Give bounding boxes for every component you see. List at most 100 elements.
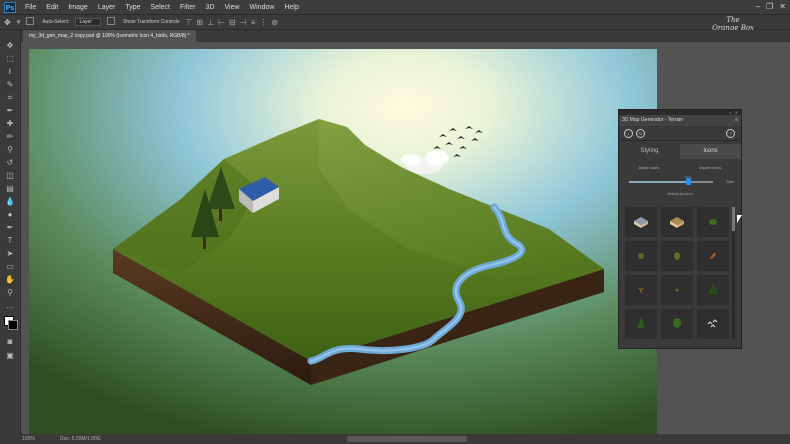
quick-mask-icon[interactable]: ◙ xyxy=(4,336,16,347)
photoshop-logo: Ps xyxy=(4,1,16,13)
sprout-icon[interactable] xyxy=(661,275,693,305)
house-icon[interactable] xyxy=(625,207,657,237)
history-brush-icon[interactable]: ↺ xyxy=(4,157,16,168)
path-select-icon[interactable]: ➤ xyxy=(4,248,16,259)
distribute-h-icon[interactable]: ⋮ xyxy=(259,18,267,27)
align-bottom-icon[interactable]: ⊥ xyxy=(207,18,214,27)
menu-help[interactable]: Help xyxy=(279,4,303,11)
plant-small-icon[interactable] xyxy=(625,275,657,305)
distribute-icon[interactable]: ≡ xyxy=(251,18,256,27)
refresh-icon[interactable]: ↻ xyxy=(636,128,645,138)
auto-select-label: Auto-Select: xyxy=(42,19,70,25)
menu-3d[interactable]: 3D xyxy=(201,4,220,11)
subtab-basic-icons[interactable]: Basic Icons xyxy=(639,163,659,173)
restore-icon[interactable]: ❐ xyxy=(766,2,773,11)
options-bar: ✥ ▾ Auto-Select: Layer Show Transform Co… xyxy=(0,14,790,30)
align-middle-icon[interactable]: ⊞ xyxy=(196,18,203,27)
size-slider-value: 70 % xyxy=(684,175,692,179)
pine-tree-icon[interactable] xyxy=(697,275,729,305)
show-transform-label: Show Transform Controls xyxy=(122,19,180,25)
mouse-cursor-icon xyxy=(737,215,742,223)
panel-menu-icon[interactable]: ≡ xyxy=(735,115,738,126)
type-tool-icon[interactable]: T xyxy=(4,235,16,246)
hand-tool-icon[interactable]: ✋ xyxy=(4,274,16,285)
tree-icon[interactable] xyxy=(625,309,657,339)
birds-icon[interactable] xyxy=(697,309,729,339)
document-canvas[interactable] xyxy=(29,49,657,434)
isometric-terrain-artwork xyxy=(29,49,657,434)
menu-filter[interactable]: Filter xyxy=(175,4,201,11)
menu-bar: Ps File Edit Image Layer Type Select Fil… xyxy=(0,0,790,14)
document-tabstrip: my_3d_gen_map_2 copy.psd @ 100% (Isometr… xyxy=(21,30,790,42)
align-center-icon[interactable]: ⊟ xyxy=(229,18,236,27)
more-tools-icon[interactable]: … xyxy=(4,300,16,311)
lasso-tool-icon[interactable]: ℓ xyxy=(4,66,16,77)
size-label: Size xyxy=(726,179,734,184)
tools-panel: ✥ ⬚ ℓ ✎ ⌗ ✒ ✚ ✏ ⚲ ↺ ◫ ▤ 💧 ● ✒ T ➤ ▭ ✋ ⚲ … xyxy=(0,30,21,434)
3d-mode-icon[interactable]: ⊛ xyxy=(271,18,278,27)
tool-preset-dropdown[interactable]: ▾ xyxy=(17,18,21,26)
select-icon-label: Select an Icon xyxy=(667,191,693,196)
align-right-icon[interactable]: ⊣ xyxy=(240,18,247,27)
menu-image[interactable]: Image xyxy=(63,4,92,11)
move-tool-icon[interactable]: ✥ xyxy=(4,18,11,27)
menu-layer[interactable]: Layer xyxy=(93,4,121,11)
show-transform-checkbox[interactable] xyxy=(106,17,117,27)
tab-icons[interactable]: Icons xyxy=(680,144,741,159)
icon-grid xyxy=(625,207,731,339)
brush-tool-icon[interactable]: ✏ xyxy=(4,131,16,142)
auto-select-dropdown[interactable]: Layer xyxy=(75,18,101,26)
crop-tool-icon[interactable]: ⌗ xyxy=(4,92,16,103)
tree-round-icon[interactable] xyxy=(661,309,693,339)
pen-tool-icon[interactable]: ✒ xyxy=(4,222,16,233)
blur-icon[interactable]: 💧 xyxy=(4,196,16,207)
move-tool-icon[interactable]: ✥ xyxy=(4,40,16,51)
screen-mode-icon[interactable]: ▣ xyxy=(4,350,16,361)
menu-window[interactable]: Window xyxy=(245,4,280,11)
icon-subtabs: Basic Icons Import Icons xyxy=(619,163,741,173)
align-top-icon[interactable]: ⊤ xyxy=(185,18,192,27)
icon-grid-scrollbar[interactable] xyxy=(732,207,735,339)
minimize-icon[interactable]: – xyxy=(756,2,760,11)
map-generator-panel: « ✕ 3D Map Generator - Terrain ≡ i ↻ ? S… xyxy=(618,109,742,349)
panel-toolbar: i ↻ ? xyxy=(619,126,741,141)
status-bar: 100% Doc: 5.60M/1.80G xyxy=(0,434,790,444)
eraser-icon[interactable]: ◫ xyxy=(4,170,16,181)
menu-edit[interactable]: Edit xyxy=(41,4,63,11)
scrollbar-thumb[interactable] xyxy=(732,207,735,231)
size-slider-thumb[interactable] xyxy=(685,178,691,185)
document-tab[interactable]: my_3d_gen_map_2 copy.psd @ 100% (Isometr… xyxy=(23,30,196,42)
healing-brush-icon[interactable]: ✚ xyxy=(4,118,16,129)
shrub-tall-icon[interactable] xyxy=(661,241,693,271)
eyedropper-icon[interactable]: ✒ xyxy=(4,105,16,116)
info-icon[interactable]: i xyxy=(624,128,633,138)
menu-file[interactable]: File xyxy=(20,4,41,11)
subtab-import-icons[interactable]: Import Icons xyxy=(699,163,721,173)
menu-type[interactable]: Type xyxy=(120,4,145,11)
background-color-swatch[interactable] xyxy=(8,320,18,330)
size-slider-track[interactable]: 70 % xyxy=(629,175,713,185)
bush-icon[interactable] xyxy=(697,207,729,237)
tab-styling[interactable]: Styling xyxy=(619,144,680,159)
close-icon[interactable]: ✕ xyxy=(779,2,786,11)
menu-select[interactable]: Select xyxy=(146,4,175,11)
wood-hut-icon[interactable] xyxy=(661,207,693,237)
auto-select-checkbox[interactable] xyxy=(26,17,36,27)
marquee-tool-icon[interactable]: ⬚ xyxy=(4,53,16,64)
panel-title: 3D Map Generator - Terrain ≡ xyxy=(619,115,741,126)
leaf-icon[interactable] xyxy=(697,241,729,271)
horizontal-scrollbar[interactable] xyxy=(347,436,467,442)
quick-select-icon[interactable]: ✎ xyxy=(4,79,16,90)
clone-stamp-icon[interactable]: ⚲ xyxy=(4,144,16,155)
zoom-tool-icon[interactable]: ⚲ xyxy=(4,287,16,298)
menu-view[interactable]: View xyxy=(220,4,245,11)
size-slider-fill xyxy=(629,181,688,183)
shrub-icon[interactable] xyxy=(625,241,657,271)
align-left-icon[interactable]: ⊢ xyxy=(218,18,225,27)
help-icon[interactable]: ? xyxy=(726,129,735,138)
shape-tool-icon[interactable]: ▭ xyxy=(4,261,16,272)
size-slider-row: 70 % Size xyxy=(619,173,741,187)
zoom-level[interactable]: 100% xyxy=(22,434,35,444)
dodge-icon[interactable]: ● xyxy=(4,209,16,220)
gradient-icon[interactable]: ▤ xyxy=(4,183,16,194)
